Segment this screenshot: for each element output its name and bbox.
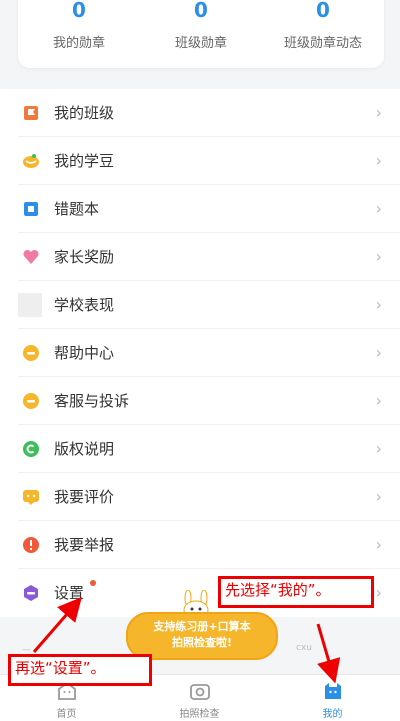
menu-item-label: 设置: [54, 584, 85, 602]
menu-item-label: 我要举报: [54, 536, 115, 554]
menu-item-label: 我的学豆: [54, 152, 115, 170]
annotation-select-mine: 先选择“我的”。: [218, 576, 374, 608]
chevron-right-icon: ›: [375, 391, 382, 410]
profile-icon: [325, 683, 341, 699]
tab-photo-check[interactable]: 拍照检查: [133, 675, 266, 721]
copyright-icon: [23, 441, 39, 457]
chevron-right-icon: ›: [375, 247, 382, 266]
menu-item-label: 我要评价: [54, 488, 115, 506]
menu-item-help-center[interactable]: 帮助中心 ›: [0, 329, 400, 377]
menu-item-label: 错题本: [54, 200, 100, 218]
menu-item-customer-service[interactable]: 客服与投诉 ›: [0, 377, 400, 425]
arrow-to-mine-tab: [316, 623, 341, 684]
menu-item-mistake-book[interactable]: 错题本 ›: [0, 185, 400, 233]
chevron-right-icon: ›: [375, 439, 382, 458]
stat-value: 0: [316, 0, 330, 22]
chevron-right-icon: ›: [375, 103, 382, 122]
promo-bubble[interactable]: 支持练习册+口算本 拍照检查啦!: [126, 612, 278, 660]
school-icon: [18, 293, 42, 317]
menu-item-label: 版权说明: [54, 440, 115, 458]
menu-item-label: 学校表现: [54, 296, 115, 314]
chevron-right-icon: ›: [375, 487, 382, 506]
chevron-right-icon: ›: [375, 151, 382, 170]
chevron-right-icon: ›: [375, 199, 382, 218]
stats-card: 0 我的勋章 0 班级勋章 0 班级勋章动态: [18, 0, 384, 68]
menu-item-label: 家长奖励: [54, 248, 115, 266]
flag-icon: [24, 106, 38, 120]
menu-item-report[interactable]: 我要举报 ›: [0, 521, 400, 569]
camera-icon: [190, 684, 210, 700]
help-icon: [23, 345, 39, 361]
menu-item-parent-rewards[interactable]: 家长奖励 ›: [0, 233, 400, 281]
notebook-icon: [24, 202, 38, 216]
report-icon: [23, 537, 39, 553]
menu-item-school-performance[interactable]: 学校表现 ›: [0, 281, 400, 329]
chevron-right-icon: ›: [375, 295, 382, 314]
chevron-right-icon: ›: [375, 343, 382, 362]
tab-label: 首页: [56, 709, 77, 720]
service-icon: [23, 393, 39, 409]
menu-item-label: 帮助中心: [54, 344, 115, 362]
promo-line-2: 拍照检查啦!: [171, 636, 233, 649]
stat-value: 0: [72, 0, 86, 22]
notification-dot: [90, 580, 96, 586]
tab-mine[interactable]: 我的: [266, 675, 399, 721]
menu-item-copyright[interactable]: 版权说明 ›: [0, 425, 400, 473]
tab-label: 拍照检查: [179, 709, 220, 720]
stat-label: 班级勋章动态: [283, 36, 362, 51]
chevron-right-icon: ›: [375, 583, 382, 602]
promo-line-1: 支持练习册+口算本: [153, 620, 251, 633]
stat-value: 0: [194, 0, 208, 22]
menu-item-label: 我的班级: [54, 104, 115, 122]
menu-item-my-beans[interactable]: 我的学豆 ›: [0, 137, 400, 185]
stat-label: 我的勋章: [52, 36, 105, 51]
settings-menu-list: 我的班级 › 我的学豆 › 错题本 › 家长奖励 › 学校表现 › 帮助中心 ›…: [0, 89, 400, 617]
stat-label: 班级勋章: [174, 36, 227, 51]
annotation-select-settings: 再选“设置”。: [8, 654, 152, 686]
comment-icon: [23, 490, 39, 505]
menu-item-label: 客服与投诉: [54, 392, 130, 410]
menu-item-my-class[interactable]: 我的班级 ›: [0, 89, 400, 137]
menu-item-rate[interactable]: 我要评价 ›: [0, 473, 400, 521]
footer-text-fragment: cxu: [296, 643, 312, 653]
coin-icon: [23, 154, 39, 168]
heart-icon: [23, 249, 39, 264]
tab-label: 我的: [322, 709, 343, 720]
chevron-right-icon: ›: [375, 535, 382, 554]
settings-icon: [24, 585, 38, 601]
